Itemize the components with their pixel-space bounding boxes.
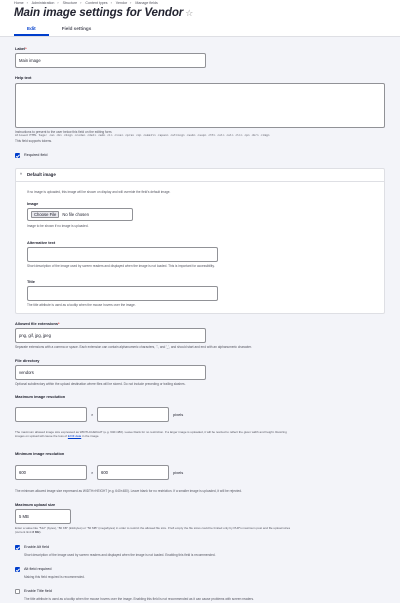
enable-alt-desc: Short description of the image used by s… — [24, 553, 216, 557]
max-upload-limit-post: ). — [39, 530, 42, 534]
default-image-alt-input[interactable] — [27, 247, 218, 262]
max-height-input[interactable] — [97, 407, 169, 422]
no-file-chosen-text: No file chosen — [62, 211, 89, 217]
min-resolution-label: Minimum image resolution — [15, 451, 65, 456]
default-image-summary-label: Default image — [27, 172, 56, 177]
enable-title-label: Enable Title field — [24, 589, 52, 593]
max-upload-desc: Enter a value like "512" (bytes), "80 KB… — [15, 526, 291, 530]
extensions-label: Allowed file extensions* — [15, 321, 60, 326]
page-title-text: Main image settings for — [14, 6, 142, 19]
default-image-file-input[interactable]: Choose File No file chosen — [27, 208, 133, 221]
max-upload-label: Maximum upload size — [15, 502, 56, 507]
file-directory-desc: Optional subdirectory within the upload … — [15, 382, 186, 386]
max-resolution-label: Maximum image resolution — [15, 394, 66, 399]
enable-title-desc: The title attribute is used as a tooltip… — [24, 597, 254, 601]
default-image-image-label: Image — [27, 201, 39, 206]
enable-alt-checkbox[interactable] — [15, 545, 20, 550]
tab-bar: Edit Field settings — [14, 24, 104, 36]
enable-alt-label: Enable Alt field — [24, 545, 50, 549]
help-text-textarea[interactable] — [15, 83, 385, 128]
extensions-desc: Separate extensions with a comma or spac… — [15, 345, 252, 349]
default-image-title-input[interactable] — [27, 286, 218, 301]
label-field-label: Label* — [15, 46, 27, 51]
tab-field-settings[interactable]: Field settings — [49, 24, 105, 36]
min-times-sign: × — [91, 470, 94, 475]
alt-required-label: Alt field required — [24, 567, 52, 571]
default-image-alt-desc: Short description of the image used by s… — [27, 264, 215, 268]
max-upload-limit-pre: (current limit — [15, 530, 32, 534]
min-height-input[interactable]: 600 — [97, 465, 169, 480]
chevron-up-icon: ^ — [20, 172, 22, 177]
page-header: Home › Administration › Structure › Content… — [0, 0, 400, 37]
max-upload-limit-value: 8 MB — [32, 530, 40, 534]
default-image-title-label: Title — [27, 279, 35, 284]
label-field-label-text: Label — [15, 46, 26, 51]
help-text-tokens: This field supports tokens. — [15, 138, 53, 143]
min-width-input[interactable]: 600 — [15, 465, 87, 480]
default-image-title-desc: The title attribute is used as a tooltip… — [27, 303, 136, 307]
max-resolution-desc-post: in the image. — [82, 434, 100, 438]
page-title-entity: Vendor — [144, 6, 184, 19]
page-title: Main image settings for Vendor ☆ — [14, 5, 193, 20]
file-directory-input[interactable]: vendors — [15, 365, 206, 380]
label-input[interactable]: Main image — [15, 53, 206, 68]
required-marker: * — [25, 46, 27, 51]
required-marker: * — [58, 321, 60, 326]
default-image-alt-label: Alternative text — [27, 240, 56, 245]
max-upload-limit: (current limit 8 MB). — [15, 530, 42, 535]
extensions-label-text: Allowed file extensions — [15, 321, 59, 326]
star-icon[interactable]: ☆ — [185, 8, 193, 18]
help-text-label: Help text — [15, 75, 32, 80]
help-text-allowed-tags: Allowed HTML tags: <a> <b> <big> <code> … — [15, 133, 270, 137]
alt-required-desc: Making this field required is recommende… — [24, 575, 85, 579]
alt-required-checkbox[interactable] — [15, 567, 20, 572]
required-field-checkbox[interactable] — [15, 153, 20, 158]
max-width-input[interactable] — [15, 407, 87, 422]
exif-data-link[interactable]: EXIF data — [68, 434, 81, 438]
file-directory-label: File directory — [15, 358, 40, 363]
extensions-input[interactable]: png, gif, jpg, jpeg — [15, 328, 206, 343]
tab-edit[interactable]: Edit — [14, 24, 49, 36]
max-pixels-label: pixels — [173, 412, 184, 417]
enable-title-checkbox[interactable] — [15, 589, 20, 594]
max-resolution-desc-line2: images on upload will cause the loss of … — [15, 434, 100, 439]
choose-file-button[interactable]: Choose File — [31, 210, 60, 219]
default-image-fieldset: ^ Default image If no image is uploaded,… — [15, 168, 385, 314]
min-resolution-desc: The minimum allowed image size expressed… — [15, 489, 242, 493]
max-upload-input[interactable]: 5 MB — [15, 509, 71, 524]
default-image-image-desc: Image to be shown if no image is uploade… — [27, 224, 89, 228]
min-pixels-label: pixels — [173, 470, 184, 475]
required-field-label: Required field — [24, 153, 48, 157]
max-times-sign: × — [91, 412, 94, 417]
max-resolution-desc-pre: images on upload will cause the loss of — [15, 434, 68, 438]
default-image-intro: If no image is uploaded, this image will… — [27, 190, 171, 194]
default-image-summary[interactable]: ^ Default image — [16, 169, 384, 182]
